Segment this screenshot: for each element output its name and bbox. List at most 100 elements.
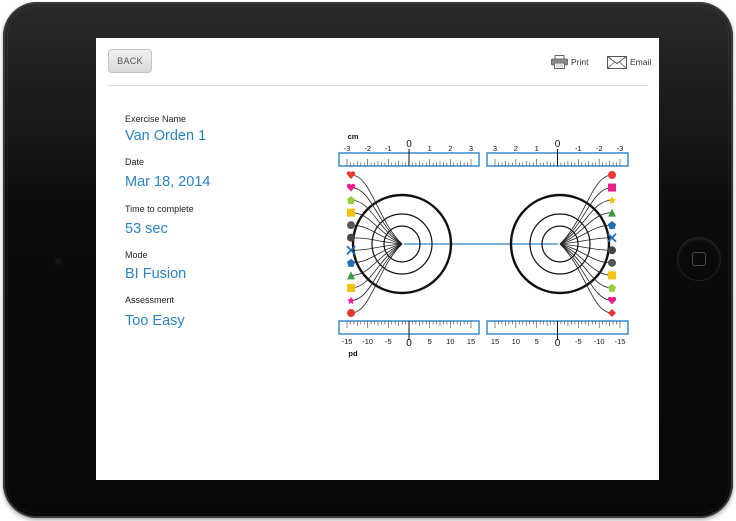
ray-left: [350, 174, 403, 245]
middle-ring-left: [371, 213, 433, 275]
ruler-tick-label: -15: [615, 337, 626, 346]
ruler-tick-label: -5: [575, 337, 582, 346]
ruler-tick-label: -1: [385, 144, 392, 153]
ruler-tick-label: -3: [344, 144, 351, 153]
ruler-tick-label: 2: [448, 144, 452, 153]
ray-right: [559, 243, 613, 289]
ray-right: [559, 237, 613, 245]
ruler-tick-label: 3: [469, 144, 473, 153]
ruler-tick-label: 10: [446, 337, 454, 346]
pentagon-marker-icon: [608, 221, 616, 230]
ruler-tick-label: 1: [535, 144, 539, 153]
ruler-tick-label: 2: [514, 144, 518, 153]
ruler-tick-label: 0: [406, 338, 412, 349]
ruler-bottom-left: [338, 320, 480, 340]
circle-marker-icon: [347, 221, 355, 230]
ray-left: [350, 243, 403, 264]
ray-right: [559, 243, 613, 301]
envelope-icon: [607, 55, 627, 69]
pentagon-marker-icon: [608, 283, 616, 292]
mode-label: Mode: [125, 250, 148, 260]
email-button[interactable]: Email: [607, 54, 651, 70]
pentagon-marker-icon: [347, 196, 355, 205]
ray-right: [559, 243, 613, 276]
circle-marker-icon: [347, 233, 355, 242]
ruler-frame: [338, 320, 480, 335]
assessment-label: Assessment: [125, 295, 175, 305]
ray-left: [350, 243, 403, 251]
home-button[interactable]: [678, 238, 720, 280]
pentagon-marker-icon: [347, 258, 355, 267]
print-button[interactable]: Print: [551, 54, 588, 70]
ruler-bottom-right: [486, 320, 629, 340]
exercise-name-value: Van Orden 1: [125, 128, 207, 144]
inner-ring-right: [541, 225, 579, 263]
triangle-marker-icon: [608, 208, 616, 217]
ruler-tick-label: 0: [555, 338, 561, 349]
ruler-tick-label: -2: [364, 144, 371, 153]
square-marker-icon: [347, 283, 355, 292]
ruler-tick-label: 3: [493, 144, 497, 153]
inner-ring-left: [383, 225, 421, 263]
date-label: Date: [125, 157, 145, 167]
assessment-value: Too Easy: [125, 313, 185, 329]
x-stroke: [607, 233, 617, 243]
ray-left: [350, 243, 403, 276]
ruler-tick-label: -10: [362, 337, 373, 346]
x-stroke: [346, 245, 356, 255]
x-marker-icon: [607, 233, 617, 243]
ruler-tick-label: 10: [512, 337, 520, 346]
ray-left: [350, 187, 403, 245]
exercise-name-label: Exercise Name: [125, 114, 187, 124]
circle-marker-icon: [608, 246, 616, 255]
ruler-tick-label: 15: [467, 337, 475, 346]
header-divider: [108, 85, 647, 86]
outer-ring-right: [509, 193, 611, 295]
x-stroke: [346, 245, 356, 255]
email-label: Email: [630, 57, 652, 67]
ruler-tick-label: 0: [406, 139, 412, 150]
time-label: Time to complete: [125, 204, 194, 214]
ray-left: [350, 212, 403, 245]
ruler-tick-label: -1: [575, 144, 582, 153]
ray-right: [559, 187, 613, 245]
ruler-tick-label: 1: [428, 144, 432, 153]
ray-left: [350, 243, 403, 289]
date-value: Mar 18, 2014: [125, 174, 211, 190]
ray-right: [559, 224, 613, 245]
back-button[interactable]: BACK: [108, 49, 152, 73]
square-marker-icon: [608, 271, 616, 280]
mode-value: BI Fusion: [125, 266, 187, 282]
middle-ring-right: [529, 213, 591, 275]
circle-marker-icon: [347, 309, 355, 317]
ray-right: [559, 199, 613, 245]
outer-ring-left: [351, 193, 453, 295]
ruler-tick-label: 0: [555, 139, 561, 150]
x-marker-icon: [346, 245, 356, 255]
ruler-tick-label: 5: [428, 337, 432, 346]
ray-right: [559, 243, 613, 251]
heart-marker-icon: [607, 296, 617, 305]
ruler-tick-label: -3: [617, 144, 624, 153]
unit-label-cm: cm: [348, 132, 359, 141]
camera-lens: [55, 258, 62, 265]
ray-left: [350, 224, 403, 245]
circle-marker-icon: [608, 171, 616, 179]
diamond-marker-icon: [608, 309, 616, 317]
heart-marker-icon: [346, 171, 356, 179]
heart-marker-icon: [346, 183, 356, 192]
ray-right: [559, 212, 613, 245]
ruler-top-right: [486, 149, 629, 167]
ray-right: [559, 243, 613, 314]
van-orden-diagram: -3 -2 -1 0 1 2 3 3 2 1 0 -1 -2 -3-15 -10 -5 0 5 10 15 15 10 5 0…: [338, 132, 629, 358]
ray-left: [350, 243, 403, 301]
ray-right: [559, 243, 613, 264]
ruler-tick-label: -10: [594, 337, 605, 346]
triangle-marker-icon: [347, 271, 355, 280]
printer-icon: [551, 55, 568, 69]
star-marker-icon: [347, 296, 355, 305]
star-marker-icon: [608, 196, 616, 205]
ray-left: [350, 243, 403, 314]
ray-left: [350, 237, 403, 245]
ruler-tick-label: -2: [596, 144, 603, 153]
